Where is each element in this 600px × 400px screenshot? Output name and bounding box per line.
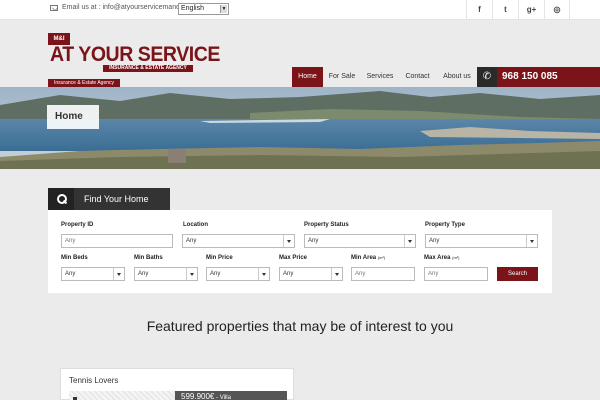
chevron-down-icon: [258, 268, 269, 280]
property-id-input[interactable]: [61, 234, 173, 248]
nav-for-sale[interactable]: For Sale: [325, 67, 359, 87]
location-label: Location: [183, 222, 208, 228]
property-title[interactable]: Tennis Lovers: [69, 376, 118, 385]
google-plus-icon[interactable]: g+: [518, 0, 544, 20]
min-area-label-text: Min Area: [351, 255, 377, 261]
property-id-label: Property ID: [61, 222, 94, 228]
twitter-icon[interactable]: t: [492, 0, 518, 20]
instagram-icon[interactable]: ◎: [544, 0, 570, 20]
envelope-icon: [50, 5, 58, 11]
property-price: 599.900€ - Villa: [175, 391, 287, 400]
min-baths-value: Any: [138, 271, 149, 277]
chevron-down-icon: [526, 235, 537, 247]
type-label: Property Type: [425, 222, 465, 228]
min-beds-label: Min Beds: [61, 255, 88, 261]
location-value: Any: [186, 238, 197, 244]
type-select[interactable]: Any: [425, 234, 538, 248]
status-value: Any: [308, 238, 319, 244]
chevron-down-icon: [283, 235, 294, 247]
max-area-unit: (m²): [452, 255, 460, 260]
min-price-select[interactable]: Any: [206, 267, 270, 281]
nav-home[interactable]: Home: [292, 67, 323, 87]
page-title: Home: [47, 105, 99, 129]
logo-tagline: Insurance & Estate Agency: [48, 79, 120, 87]
top-bar: Email us at : info@atyourservicemandi.co…: [0, 0, 600, 20]
min-area-input[interactable]: [351, 267, 415, 281]
search-button[interactable]: Search: [497, 267, 538, 281]
chevron-down-icon: [404, 235, 415, 247]
property-image[interactable]: [69, 391, 179, 400]
min-beds-select[interactable]: Any: [61, 267, 125, 281]
nav-contact[interactable]: Contact: [400, 67, 435, 87]
chevron-down-icon: ▼: [220, 5, 227, 13]
type-value: Any: [429, 238, 440, 244]
price-value: 599.900€: [181, 392, 215, 400]
min-price-value: Any: [210, 271, 221, 277]
min-area-unit: (m²): [377, 255, 386, 260]
max-area-label: Max Area (m²): [424, 255, 459, 261]
chevron-down-icon: [186, 268, 197, 280]
phone-box[interactable]: ✆ 968 150 085: [477, 67, 600, 87]
max-price-select[interactable]: Any: [279, 267, 343, 281]
nav-about-us[interactable]: About us: [438, 67, 476, 87]
phone-icon: ✆: [477, 67, 497, 87]
status-label: Property Status: [304, 222, 349, 228]
site-logo[interactable]: M&I AT YOUR SERVICE INSURANCE & ESTATE A…: [48, 33, 220, 73]
max-area-input[interactable]: [424, 267, 488, 281]
max-price-value: Any: [283, 271, 294, 277]
phone-number: 968 150 085: [502, 71, 558, 82]
chevron-down-icon: [331, 268, 342, 280]
nav-services[interactable]: Services: [362, 67, 398, 87]
min-area-label: Min Area (m²): [351, 255, 385, 261]
find-home-label: Find Your Home: [84, 194, 149, 204]
contact-email[interactable]: Email us at : info@atyourservicemandi.co…: [62, 4, 197, 11]
location-select[interactable]: Any: [182, 234, 295, 248]
min-baths-label: Min Baths: [134, 255, 163, 261]
logo-title: AT YOUR SERVICE: [50, 43, 220, 66]
language-select[interactable]: English ▼: [178, 3, 229, 15]
max-area-label-text: Max Area: [424, 255, 451, 261]
language-value: English: [181, 5, 204, 12]
status-select[interactable]: Any: [304, 234, 416, 248]
find-home-tab[interactable]: Find Your Home: [48, 188, 170, 210]
min-baths-select[interactable]: Any: [134, 267, 198, 281]
featured-heading: Featured properties that may be of inter…: [146, 318, 454, 334]
facebook-icon[interactable]: f: [466, 0, 492, 20]
chevron-down-icon: [113, 268, 124, 280]
min-beds-value: Any: [65, 271, 76, 277]
search-icon: [48, 188, 74, 210]
max-price-label: Max Price: [279, 255, 308, 261]
property-card[interactable]: Tennis Lovers 599.900€ - Villa: [60, 368, 294, 400]
logo-subtitle: INSURANCE & ESTATE AGENCY: [103, 65, 193, 72]
property-type: - Villa: [214, 395, 231, 400]
min-price-label: Min Price: [206, 255, 233, 261]
search-form: Property ID Location Any Property Status…: [48, 210, 552, 293]
